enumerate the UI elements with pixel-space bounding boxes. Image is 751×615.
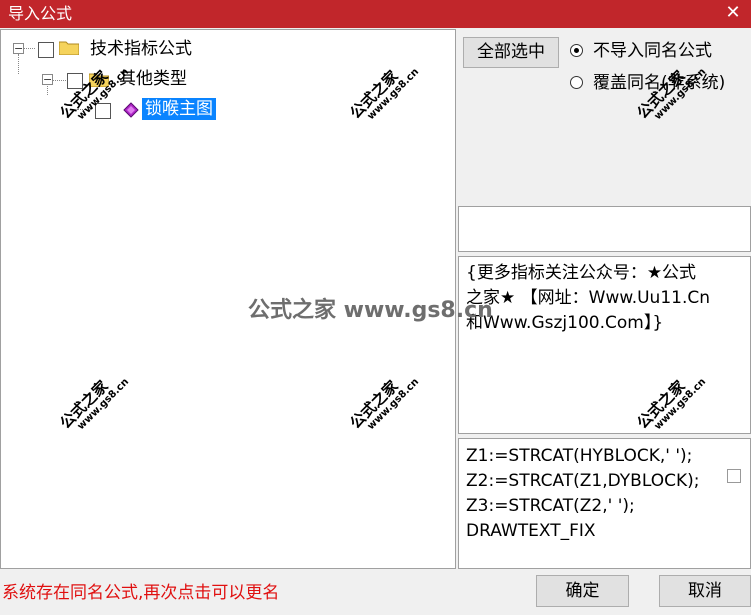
cancel-button[interactable]: 取消: [659, 575, 751, 607]
code-checkbox[interactable]: [727, 469, 741, 483]
formula-icon: [123, 102, 139, 118]
select-all-button[interactable]: 全部选中: [463, 37, 559, 68]
info-box: [458, 206, 751, 252]
description-line: 之家★ 【网址：Www.Uu11.Cn: [466, 288, 711, 308]
code-box[interactable]: Z1:=STRCAT(HYBLOCK,' '); Z2:=STRCAT(Z1,D…: [458, 438, 751, 569]
radio-button[interactable]: [570, 44, 583, 57]
center-watermark: 公式之家 www.gs8.cn: [248, 298, 493, 323]
collapse-icon[interactable]: −: [13, 43, 24, 54]
code-line: Z1:=STRCAT(HYBLOCK,' ');: [466, 446, 693, 466]
status-message: 系统存在同名公式,再次点击可以更名: [2, 583, 280, 603]
collapse-icon[interactable]: −: [42, 74, 53, 85]
close-icon[interactable]: ✕: [723, 3, 743, 23]
window-title: 导入公式: [8, 4, 73, 23]
tree-item-technical-indicators[interactable]: − 技术指标公式: [1, 38, 457, 60]
description-line: 和Www.Gszj100.Com】}: [466, 313, 664, 333]
folder-icon: [59, 41, 79, 55]
description-box[interactable]: {更多指标关注公众号：★公式 之家★ 【网址：Www.Uu11.Cn 和Www.…: [458, 256, 751, 434]
tree-checkbox[interactable]: [38, 42, 54, 58]
ok-button[interactable]: 确定: [536, 575, 629, 607]
code-line: DRAWTEXT_FIX: [466, 521, 596, 541]
tree-item-label: 锁喉主图: [142, 98, 216, 120]
radio-button[interactable]: [570, 76, 583, 89]
code-line: Z3:=STRCAT(Z2,' ');: [466, 496, 635, 516]
code-line: Z2:=STRCAT(Z1,DYBLOCK);: [466, 471, 700, 491]
radio-label: 不导入同名公式: [593, 41, 712, 61]
title-bar[interactable]: 导入公式 ✕: [0, 0, 751, 28]
description-line: {更多指标关注公众号：★公式: [466, 263, 697, 283]
